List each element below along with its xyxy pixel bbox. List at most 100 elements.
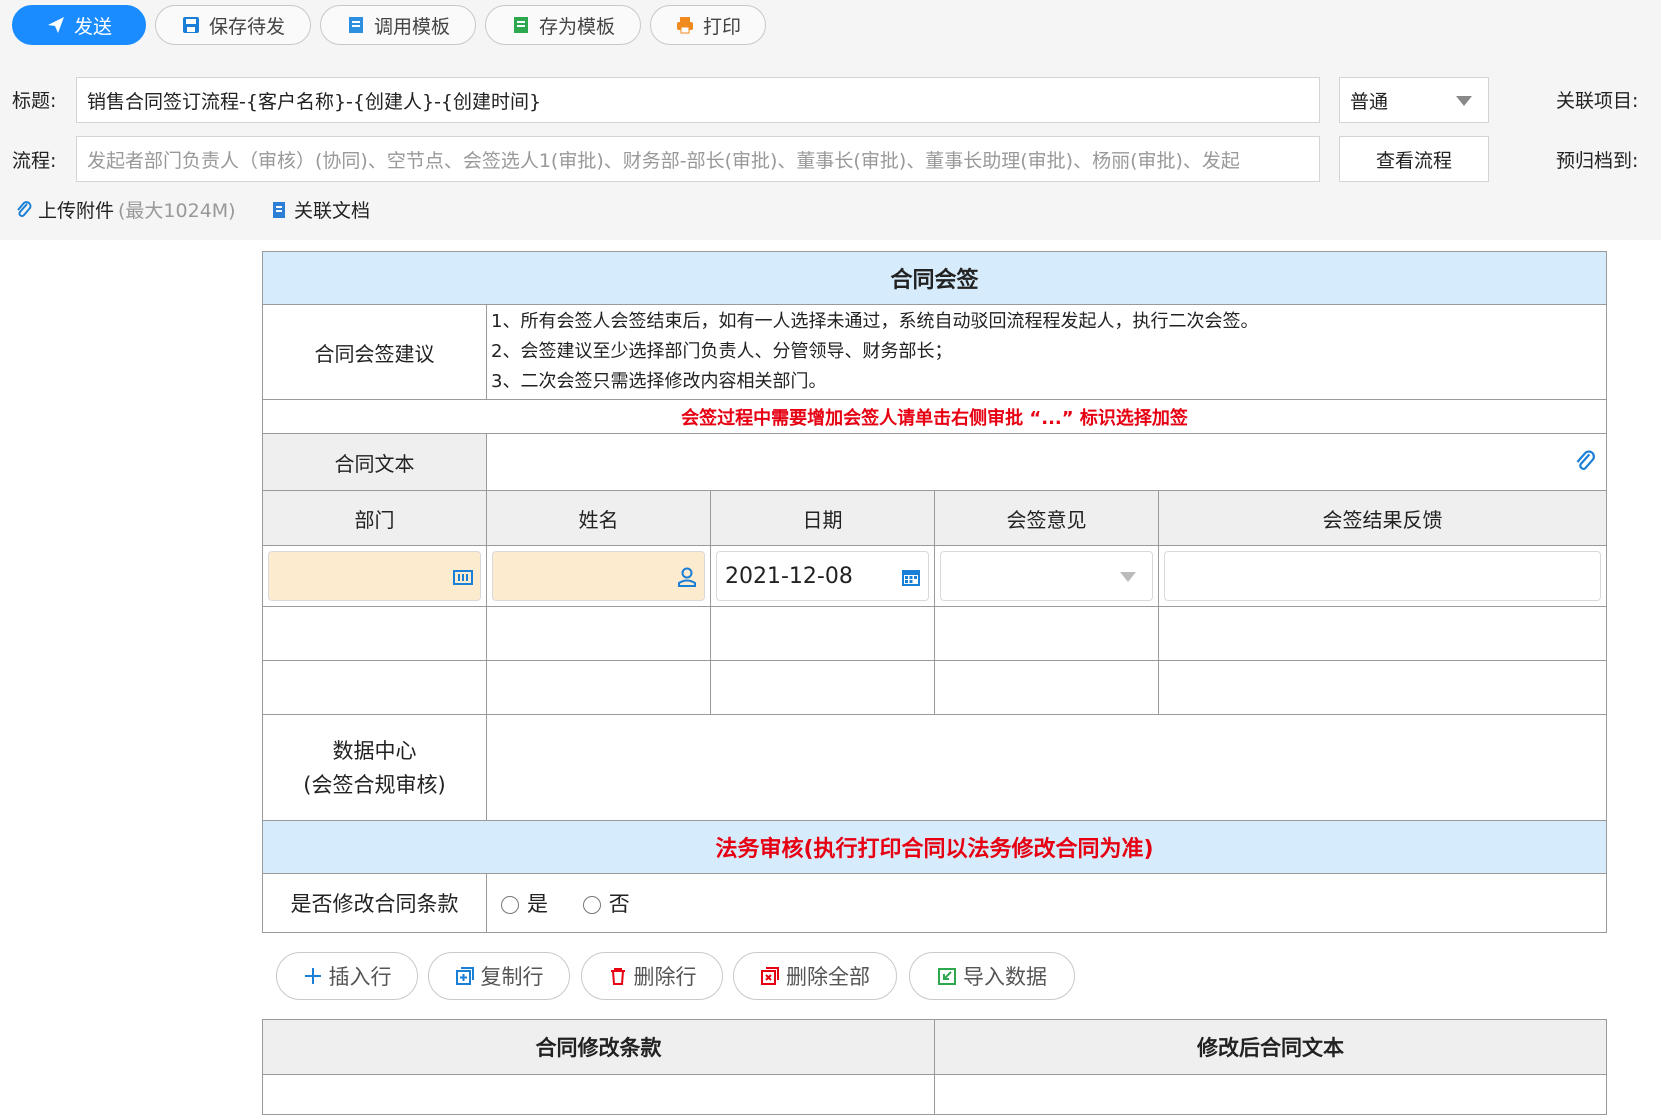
- delete-all-icon: [761, 967, 779, 985]
- empty-cell: [1158, 606, 1607, 661]
- load-template-button[interactable]: 调用模板: [320, 5, 476, 45]
- priority-select[interactable]: 普通: [1339, 77, 1489, 123]
- advice-line-2: 2、会签建议至少选择部门负责人、分管领导、财务部长；: [491, 341, 953, 362]
- related-project-label: 关联项目:: [1556, 90, 1639, 112]
- print-label: 打印: [702, 15, 741, 38]
- calendar-icon[interactable]: [900, 566, 922, 588]
- advice-text: 1、所有会签人会签结束后，如有一人选择未通过，系统自动驳回流程程发起人，执行二次…: [486, 304, 1607, 400]
- data-center-subtitle: (会签合规审核): [303, 772, 446, 797]
- option-no-label: 否: [608, 892, 630, 916]
- import-icon: [938, 968, 956, 985]
- related-document-link[interactable]: 关联文档: [270, 196, 370, 223]
- data-center-title: 数据中心: [332, 738, 417, 763]
- radio-circle-icon: [582, 896, 601, 914]
- copy-icon: [455, 967, 474, 985]
- column-header-modified-text: 修改后合同文本: [934, 1019, 1607, 1075]
- contract-modify-table: 合同修改条款 修改后合同文本: [262, 1019, 1607, 1115]
- flow-label: 流程:: [12, 150, 57, 172]
- save-template-label: 存为模板: [538, 15, 615, 38]
- date-value: 2021-12-08: [725, 563, 853, 589]
- department-cell: [262, 545, 487, 607]
- empty-cell: [486, 606, 711, 661]
- contract-sign-table: 合同会签 合同会签建议 1、所有会签人会签结束后，如有一人选择未通过，系统自动驳…: [262, 251, 1607, 933]
- template-icon: [348, 17, 363, 33]
- opinion-select[interactable]: [940, 551, 1153, 601]
- radio-yes[interactable]: 是: [501, 892, 548, 916]
- import-data-button[interactable]: 导入数据: [909, 952, 1075, 1000]
- printer-icon: [676, 17, 693, 34]
- person-icon[interactable]: [676, 566, 698, 588]
- copy-row-label: 复制行: [480, 965, 544, 989]
- view-flow-button[interactable]: 查看流程: [1339, 136, 1489, 182]
- section-title: 合同会签: [262, 251, 1607, 305]
- advice-label: 合同会签建议: [262, 304, 487, 400]
- chevron-down-icon: [1120, 572, 1136, 582]
- send-icon: [47, 17, 64, 33]
- priority-value: 普通: [1350, 90, 1389, 113]
- empty-cell: [262, 660, 487, 715]
- chevron-down-icon: [1456, 96, 1472, 106]
- empty-cell: [934, 1074, 1607, 1115]
- advice-line-1: 1、所有会签人会签结束后，如有一人选择未通过，系统自动驳回流程程发起人，执行二次…: [491, 311, 1259, 332]
- empty-cell: [934, 660, 1159, 715]
- paperclip-icon: [17, 200, 32, 217]
- data-center-cell[interactable]: [486, 714, 1607, 821]
- option-yes-label: 是: [527, 892, 548, 916]
- save-template-button[interactable]: 存为模板: [485, 5, 641, 45]
- date-cell: 2021-12-08: [710, 545, 935, 607]
- upload-hint: (最大1024M): [118, 200, 236, 222]
- print-button[interactable]: 打印: [650, 5, 766, 45]
- related-doc-label: 关联文档: [294, 200, 371, 222]
- column-header-modify-terms: 合同修改条款: [262, 1019, 935, 1075]
- title-label: 标题:: [12, 90, 57, 112]
- feedback-input[interactable]: [1164, 551, 1601, 601]
- column-header-date: 日期: [710, 490, 935, 546]
- save-icon: [182, 17, 199, 33]
- radio-circle-icon: [501, 896, 519, 914]
- delete-row-button[interactable]: 删除行: [581, 952, 723, 1000]
- save-template-icon: [513, 17, 528, 33]
- paperclip-icon[interactable]: [1574, 450, 1596, 474]
- save-draft-label: 保存待发: [208, 15, 285, 38]
- modify-terms-label: 是否修改合同条款: [262, 873, 487, 933]
- column-header-department: 部门: [262, 490, 487, 546]
- empty-cell: [710, 660, 935, 715]
- department-picker[interactable]: [268, 551, 481, 601]
- trash-icon: [610, 968, 625, 985]
- data-center-label: 数据中心 (会签合规审核): [262, 714, 487, 821]
- contract-text-label: 合同文本: [262, 433, 487, 491]
- upload-label: 上传附件: [38, 200, 115, 222]
- delete-all-button[interactable]: 删除全部: [733, 952, 897, 1000]
- empty-cell: [262, 606, 487, 661]
- empty-cell: [934, 606, 1159, 661]
- department-select-icon[interactable]: [452, 566, 474, 588]
- empty-cell: [1158, 660, 1607, 715]
- import-data-label: 导入数据: [963, 965, 1047, 989]
- delete-row-label: 删除行: [633, 965, 697, 989]
- advice-line-3: 3、二次会签只需选择修改内容相关部门。: [491, 371, 827, 392]
- archive-label: 预归档到:: [1556, 150, 1639, 172]
- column-header-name: 姓名: [486, 490, 711, 546]
- title-input[interactable]: 销售合同签订流程-{客户名称}-{创建人}-{创建时间}: [76, 77, 1320, 123]
- modify-terms-options: 是 否: [486, 873, 1607, 933]
- document-link-icon: [273, 201, 285, 218]
- empty-cell: [710, 606, 935, 661]
- insert-row-label: 插入行: [328, 965, 392, 989]
- copy-row-button[interactable]: 复制行: [428, 952, 570, 1000]
- contract-text-cell[interactable]: [486, 433, 1607, 491]
- save-draft-button[interactable]: 保存待发: [155, 5, 311, 45]
- delete-all-label: 删除全部: [786, 965, 870, 989]
- radio-no[interactable]: 否: [582, 892, 630, 916]
- insert-row-button[interactable]: 插入行: [276, 952, 418, 1000]
- flow-input[interactable]: 发起者部门负责人（审核）(协同)、空节点、会签选人1(审批)、财务部-部长(审批…: [76, 136, 1320, 182]
- date-input[interactable]: 2021-12-08: [716, 551, 929, 601]
- empty-cell: [262, 1074, 935, 1115]
- column-header-feedback: 会签结果反馈: [1158, 490, 1607, 546]
- person-picker[interactable]: [492, 551, 705, 601]
- upload-attachment-link[interactable]: 上传附件 (最大1024M): [14, 196, 236, 223]
- send-button[interactable]: 发送: [12, 5, 146, 45]
- name-cell: [486, 545, 711, 607]
- send-label: 发送: [73, 15, 112, 38]
- empty-cell: [486, 660, 711, 715]
- plus-icon: [304, 968, 321, 984]
